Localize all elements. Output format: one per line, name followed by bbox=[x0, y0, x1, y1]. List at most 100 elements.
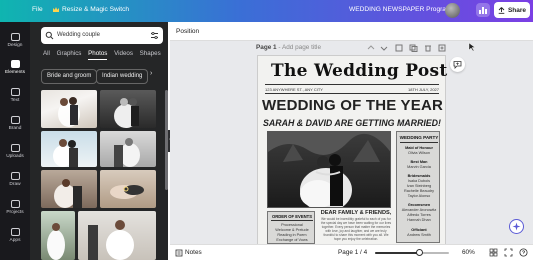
notes-icon bbox=[175, 249, 183, 257]
share-label: Share bbox=[507, 6, 527, 14]
rail-label: Projects bbox=[6, 210, 24, 215]
photo-thumbnail[interactable] bbox=[41, 211, 75, 260]
rail-item-draw[interactable]: Draw bbox=[0, 172, 30, 187]
rail-item-text[interactable]: Text bbox=[0, 88, 30, 103]
photo-thumbnail[interactable] bbox=[41, 90, 97, 128]
file-menu[interactable]: File bbox=[32, 6, 43, 13]
search-input[interactable]: Wedding couple bbox=[57, 32, 100, 38]
comment-icon bbox=[453, 61, 462, 69]
event-line: Reading in Poem bbox=[277, 233, 307, 237]
zoom-slider-handle[interactable] bbox=[415, 249, 423, 256]
apps-icon bbox=[10, 228, 20, 236]
couple-photo bbox=[88, 220, 134, 260]
tab-photos[interactable]: Photos bbox=[88, 50, 108, 60]
chevron-right-icon[interactable]: › bbox=[150, 70, 152, 77]
rail-item-elements[interactable]: Elements bbox=[0, 60, 30, 75]
page-title-input[interactable]: - Add page title bbox=[278, 44, 321, 51]
rail-item-apps[interactable]: Apps bbox=[0, 228, 30, 243]
rail-label: Uploads bbox=[6, 154, 24, 159]
event-line: Welcome & Prelude bbox=[275, 228, 309, 232]
divider bbox=[265, 93, 439, 94]
party-name: Olivia Wilson bbox=[408, 151, 430, 155]
filter-icon[interactable] bbox=[150, 31, 159, 40]
zoom-level[interactable]: 60% bbox=[462, 249, 475, 256]
couple-photo bbox=[114, 98, 139, 128]
rings-hands-photo bbox=[110, 185, 144, 199]
rail-label: Apps bbox=[9, 238, 21, 243]
page-indicator[interactable]: Page 1 / 4 bbox=[338, 249, 367, 256]
headline[interactable]: WEDDING OF THE YEAR bbox=[262, 97, 443, 114]
couple-photo bbox=[47, 223, 65, 260]
letter-heading[interactable]: DEAR FAMILY & FRIENDS, bbox=[320, 210, 392, 216]
black-white-couple-photo bbox=[268, 132, 390, 207]
rail-item-design[interactable]: Design bbox=[0, 33, 30, 48]
document-title[interactable]: WEDDING NEWSPAPER Program bbox=[349, 6, 451, 13]
wedding-party-box[interactable]: WEDDING PARTY Maid of Honour Olivia Wils… bbox=[396, 131, 440, 243]
dateline-date: 18TH JULY, 2027 bbox=[408, 87, 439, 92]
event-line: Processional bbox=[281, 223, 303, 227]
role-label: Maid of Honour bbox=[405, 146, 433, 150]
cursor-icon bbox=[468, 42, 476, 52]
order-of-events-box[interactable]: ORDER OF EVENTS Processional Welcome & P… bbox=[267, 211, 315, 244]
party-name: Andrew Smith bbox=[407, 233, 431, 237]
dateline-address: 123 ANYWHERE ST., ANY CITY bbox=[265, 87, 323, 92]
role-label: Bridesmaids bbox=[407, 174, 431, 178]
event-line: Exchange of Vows bbox=[276, 238, 308, 242]
role-label: Officiant bbox=[411, 228, 427, 232]
chevron-down-icon bbox=[380, 46, 388, 51]
tab-shapes[interactable]: Shapes bbox=[140, 50, 161, 57]
rail-label: Elements bbox=[5, 70, 25, 75]
magic-assistant-button[interactable] bbox=[509, 219, 524, 234]
add-comment-button[interactable] bbox=[450, 57, 465, 72]
couple-photo bbox=[53, 139, 78, 167]
photo-thumbnail[interactable] bbox=[100, 170, 156, 208]
chip-indian-wedding[interactable]: Indian wedding bbox=[96, 69, 149, 84]
panel-tabs: All Graphics Photos Videos Shapes bbox=[43, 50, 166, 60]
subheadline[interactable]: SARAH & DAVID ARE GETTING MARRIED! bbox=[262, 118, 442, 128]
chip-bride-and-groom[interactable]: Bride and groom bbox=[41, 69, 98, 84]
cloud-upload-icon bbox=[10, 144, 20, 152]
party-name: Ivan Steinberg bbox=[406, 184, 432, 188]
bottom-bar: Notes Page 1 / 4 60% bbox=[170, 244, 533, 260]
tab-videos[interactable]: Videos bbox=[114, 50, 133, 57]
resize-magic-switch-button[interactable]: Resize & Magic Switch bbox=[53, 6, 129, 13]
letter-body[interactable]: We would be incredibly grateful to each … bbox=[320, 217, 392, 247]
grid-view-icon[interactable] bbox=[489, 248, 498, 257]
fullscreen-icon[interactable] bbox=[504, 248, 513, 257]
dateline[interactable]: 123 ANYWHERE ST., ANY CITY 18TH JULY, 20… bbox=[265, 87, 439, 92]
photo-thumbnail[interactable] bbox=[41, 170, 97, 208]
search-field[interactable]: Wedding couple bbox=[41, 27, 163, 44]
couple-photo-frame[interactable] bbox=[267, 131, 391, 208]
crown-icon bbox=[53, 7, 59, 12]
party-name: Hannah Dhan bbox=[407, 218, 431, 222]
rail-item-brand[interactable]: Brand bbox=[0, 116, 30, 131]
party-name: Rachelle Beaudry bbox=[404, 189, 434, 193]
photo-thumbnail[interactable] bbox=[78, 211, 156, 260]
party-name: Taylor Alonso bbox=[407, 194, 431, 198]
rail-item-uploads[interactable]: Uploads bbox=[0, 144, 30, 159]
couple-photo bbox=[54, 179, 82, 208]
masthead-title[interactable]: The Wedding Post bbox=[271, 61, 447, 81]
notes-button[interactable]: Notes bbox=[185, 249, 202, 256]
photo-thumbnail[interactable] bbox=[41, 131, 97, 167]
avatar[interactable] bbox=[445, 3, 460, 18]
tab-all[interactable]: All bbox=[43, 50, 50, 57]
lock-icon bbox=[395, 44, 403, 52]
party-name: Isaka Dubois bbox=[408, 179, 430, 183]
party-name: Alexander Aronowitz bbox=[401, 208, 437, 212]
page-tools bbox=[367, 44, 446, 52]
photo-thumbnail[interactable] bbox=[100, 131, 156, 167]
help-icon[interactable] bbox=[519, 248, 528, 257]
resize-label: Resize & Magic Switch bbox=[62, 6, 130, 13]
party-name: Marvin Garcia bbox=[407, 165, 431, 169]
rail-item-projects[interactable]: Projects bbox=[0, 200, 30, 215]
context-toolbar: Position bbox=[170, 22, 533, 41]
photo-thumbnail[interactable] bbox=[100, 90, 156, 128]
share-button[interactable]: Share bbox=[494, 2, 530, 18]
couple-photo bbox=[58, 97, 80, 127]
position-button[interactable]: Position bbox=[176, 28, 199, 35]
rail-label: Draw bbox=[9, 182, 21, 187]
couple-photo bbox=[114, 138, 140, 167]
insights-button[interactable] bbox=[476, 3, 490, 17]
tab-graphics[interactable]: Graphics bbox=[57, 50, 82, 57]
